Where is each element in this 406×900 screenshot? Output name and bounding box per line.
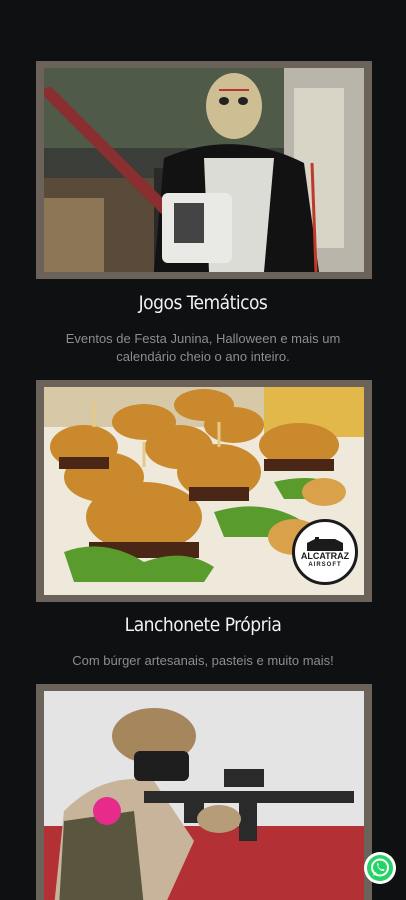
logo-text-alcatraz: ALCATRAZ: [300, 550, 350, 561]
card-description: Com búrger artesanais, pasteis e muito m…: [72, 653, 334, 668]
card-image-lanchonete: ALCATRAZ AIRSOFT: [36, 380, 372, 602]
whatsapp-icon: [367, 855, 393, 881]
burgers-photo: ALCATRAZ AIRSOFT: [44, 387, 364, 595]
card-description: Eventos de Festa Junina, Halloween e mai…: [65, 331, 341, 364]
airsoft-player-photo: [44, 691, 364, 900]
prison-icon: [307, 536, 343, 551]
whatsapp-button[interactable]: [364, 852, 396, 884]
card-title: Lanchonete Própria: [124, 614, 282, 636]
alcatraz-airsoft-logo: ALCATRAZ AIRSOFT: [292, 519, 358, 585]
card-image-airsoft: [36, 684, 372, 900]
card-title: Jogos Temáticos: [138, 292, 268, 314]
logo-text-airsoft: AIRSOFT: [308, 561, 342, 568]
card-image-jogos: [36, 61, 372, 279]
halloween-chainsaw-photo: [44, 68, 364, 272]
